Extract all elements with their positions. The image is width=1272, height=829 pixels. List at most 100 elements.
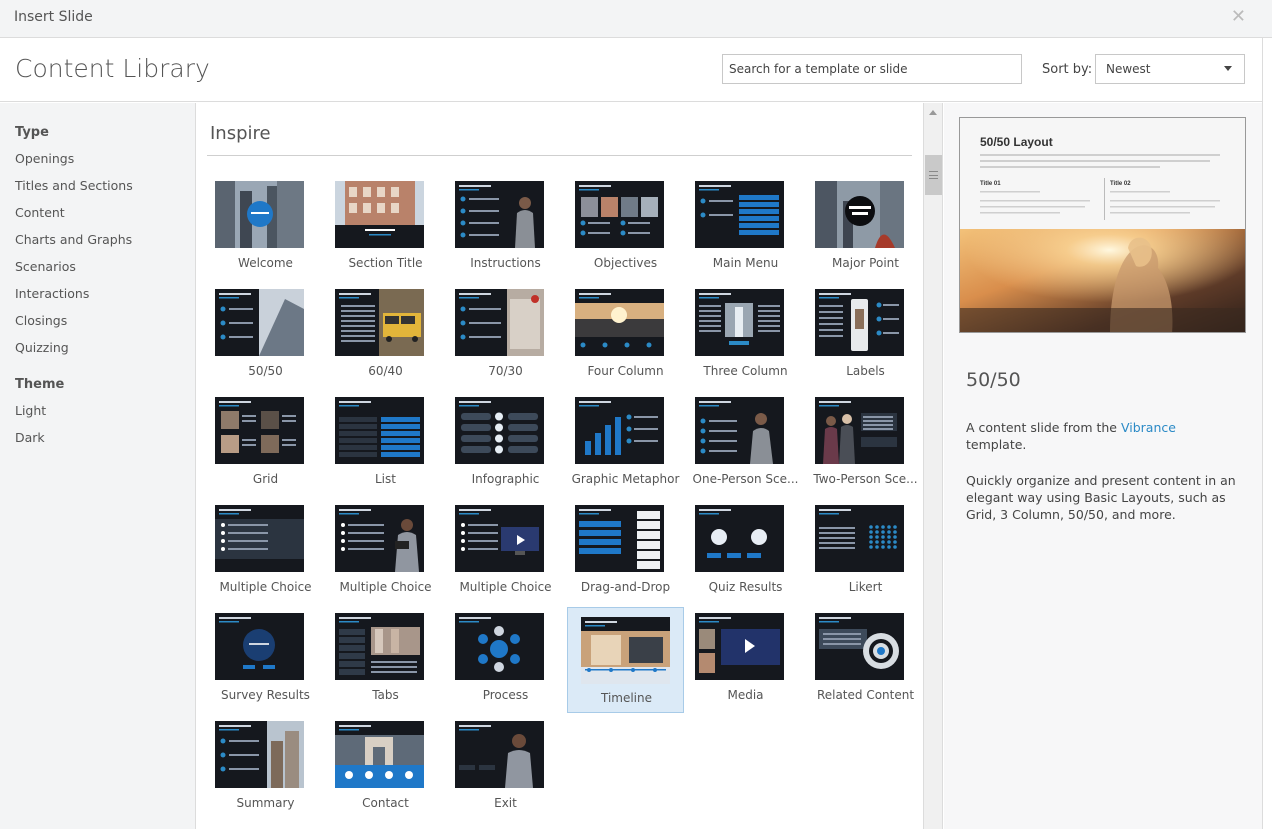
slide-tile-timeline[interactable]: Timeline bbox=[567, 607, 684, 713]
slide-tile-label: Objectives bbox=[593, 256, 658, 270]
slide-thumbnail bbox=[215, 721, 304, 788]
slide-thumbnail bbox=[455, 721, 544, 788]
slide-thumbnail bbox=[575, 505, 664, 572]
sidebar-item-light[interactable]: Light bbox=[0, 397, 195, 424]
search-input[interactable] bbox=[722, 54, 1022, 84]
sidebar-item-scenarios[interactable]: Scenarios bbox=[0, 253, 195, 280]
slide-tile-media[interactable]: Media bbox=[687, 607, 804, 713]
slide-tile-tabs[interactable]: Tabs bbox=[327, 607, 444, 713]
slide-tile-label: Welcome bbox=[238, 256, 293, 270]
slide-tile-mc3[interactable]: Multiple Choice bbox=[447, 499, 564, 605]
preview-description: A content slide from the Vibrance templa… bbox=[966, 420, 1176, 452]
slide-tile-label: Summary bbox=[236, 796, 295, 810]
sort-value: Newest bbox=[1106, 62, 1151, 76]
sidebar-item-closings[interactable]: Closings bbox=[0, 307, 195, 334]
slide-thumbnail bbox=[335, 181, 424, 248]
slide-tile-menu[interactable]: Main Menu bbox=[687, 175, 804, 281]
sidebar-item-content[interactable]: Content bbox=[0, 199, 195, 226]
slide-tile-label: Process bbox=[482, 688, 529, 702]
slide-tile-mc2[interactable]: Multiple Choice bbox=[327, 499, 444, 605]
slide-tile-likert[interactable]: Likert bbox=[807, 499, 924, 605]
close-icon[interactable]: ✕ bbox=[1231, 6, 1246, 27]
slide-tile-quiz[interactable]: Quiz Results bbox=[687, 499, 804, 605]
slide-thumbnail bbox=[695, 505, 784, 572]
slide-tile-label: Media bbox=[727, 688, 764, 702]
slide-tile-welcome[interactable]: Welcome bbox=[207, 175, 324, 281]
slide-tile-grid[interactable]: Grid bbox=[207, 391, 324, 497]
slide-tile-label: 70/30 bbox=[488, 364, 523, 378]
slide-tile-label: Survey Results bbox=[221, 688, 310, 702]
slide-tile-twoperson[interactable]: Two-Person Sce... bbox=[807, 391, 924, 497]
slide-thumbnail bbox=[335, 613, 424, 680]
sidebar-item-openings[interactable]: Openings bbox=[0, 145, 195, 172]
sidebar-item-quizzing[interactable]: Quizzing bbox=[0, 334, 195, 361]
slide-tile-drag[interactable]: Drag-and-Drop bbox=[567, 499, 684, 605]
slide-thumbnail bbox=[815, 289, 904, 356]
slide-tile-label: 50/50 bbox=[248, 364, 283, 378]
template-gallery: Inspire Welcome Section Title Instructions… bbox=[197, 103, 923, 829]
template-link[interactable]: Vibrance bbox=[1121, 420, 1176, 435]
scroll-thumb[interactable] bbox=[925, 155, 942, 195]
slide-tile-survey[interactable]: Survey Results bbox=[207, 607, 324, 713]
preview-col2-title: Title 02 bbox=[1110, 181, 1131, 187]
window-edge bbox=[1262, 38, 1272, 829]
slide-tile-related[interactable]: Related Content bbox=[807, 607, 924, 713]
slide-tile-section[interactable]: Section Title bbox=[327, 175, 444, 281]
slide-tile-info[interactable]: Infographic bbox=[447, 391, 564, 497]
slide-tile-process[interactable]: Process bbox=[447, 607, 564, 713]
slide-thumbnail bbox=[575, 397, 664, 464]
slide-tile-instructions[interactable]: Instructions bbox=[447, 175, 564, 281]
slide-tile-label: One-Person Sce... bbox=[692, 472, 799, 486]
slide-thumbnail bbox=[815, 181, 904, 248]
slide-thumbnail bbox=[695, 613, 784, 680]
preview-slide-title: 50/50 Layout bbox=[980, 135, 1053, 149]
section-divider bbox=[207, 155, 912, 156]
slide-tile-contact[interactable]: Contact bbox=[327, 715, 444, 821]
slide-tile-four[interactable]: Four Column bbox=[567, 283, 684, 389]
slide-tile-sixty[interactable]: 60/40 bbox=[327, 283, 444, 389]
slide-tile-list[interactable]: List bbox=[327, 391, 444, 497]
slide-tile-label: Grid bbox=[252, 472, 279, 486]
slide-tile-label: Three Column bbox=[703, 364, 788, 378]
slide-tile-label: Two-Person Sce... bbox=[813, 472, 918, 486]
scroll-up-icon[interactable] bbox=[929, 110, 937, 115]
sidebar-item-dark[interactable]: Dark bbox=[0, 424, 195, 451]
slide-tile-objectives[interactable]: Objectives bbox=[567, 175, 684, 281]
slide-tile-exit[interactable]: Exit bbox=[447, 715, 564, 821]
preview-col1-title: Title 01 bbox=[980, 181, 1001, 187]
grip-icon bbox=[929, 171, 938, 179]
slide-tile-label: Multiple Choice bbox=[339, 580, 432, 594]
slide-thumbnail bbox=[455, 397, 544, 464]
slide-tile-seventy[interactable]: 70/30 bbox=[447, 283, 564, 389]
slide-thumbnail bbox=[455, 613, 544, 680]
sidebar-item-charts-and-graphs[interactable]: Charts and Graphs bbox=[0, 226, 195, 253]
sidebar-item-interactions[interactable]: Interactions bbox=[0, 280, 195, 307]
slide-tile-label: Timeline bbox=[600, 691, 653, 705]
slide-tile-metaphor[interactable]: Graphic Metaphor bbox=[567, 391, 684, 497]
slide-tile-three[interactable]: Three Column bbox=[687, 283, 804, 389]
slide-tile-label: Infographic bbox=[471, 472, 540, 486]
slide-tile-summary[interactable]: Summary bbox=[207, 715, 324, 821]
slide-tile-oneperson[interactable]: One-Person Sce... bbox=[687, 391, 804, 497]
sort-select[interactable]: Newest bbox=[1095, 54, 1245, 84]
slide-tile-label: Likert bbox=[848, 580, 883, 594]
slide-thumbnail bbox=[335, 397, 424, 464]
slide-thumbnail bbox=[695, 397, 784, 464]
slide-tile-mc1[interactable]: Multiple Choice bbox=[207, 499, 324, 605]
slide-thumbnail bbox=[815, 505, 904, 572]
slide-tile-label: Labels bbox=[846, 364, 885, 378]
slide-tile-label: Graphic Metaphor bbox=[571, 472, 680, 486]
slide-tile-labels[interactable]: Labels bbox=[807, 283, 924, 389]
chevron-down-icon bbox=[1224, 66, 1232, 71]
gallery-scrollbar[interactable] bbox=[923, 103, 943, 829]
slide-thumbnail bbox=[215, 181, 304, 248]
sort-label: Sort by: bbox=[1042, 62, 1093, 77]
slide-thumbnail bbox=[215, 397, 304, 464]
slide-thumbnail bbox=[815, 397, 904, 464]
slide-thumbnail bbox=[575, 181, 664, 248]
slide-tile-major[interactable]: Major Point bbox=[807, 175, 924, 281]
slide-tile-label: Drag-and-Drop bbox=[580, 580, 671, 594]
slide-tile-label: Section Title bbox=[348, 256, 423, 270]
sidebar-item-titles-and-sections[interactable]: Titles and Sections bbox=[0, 172, 195, 199]
slide-tile-fifty[interactable]: 50/50 bbox=[207, 283, 324, 389]
